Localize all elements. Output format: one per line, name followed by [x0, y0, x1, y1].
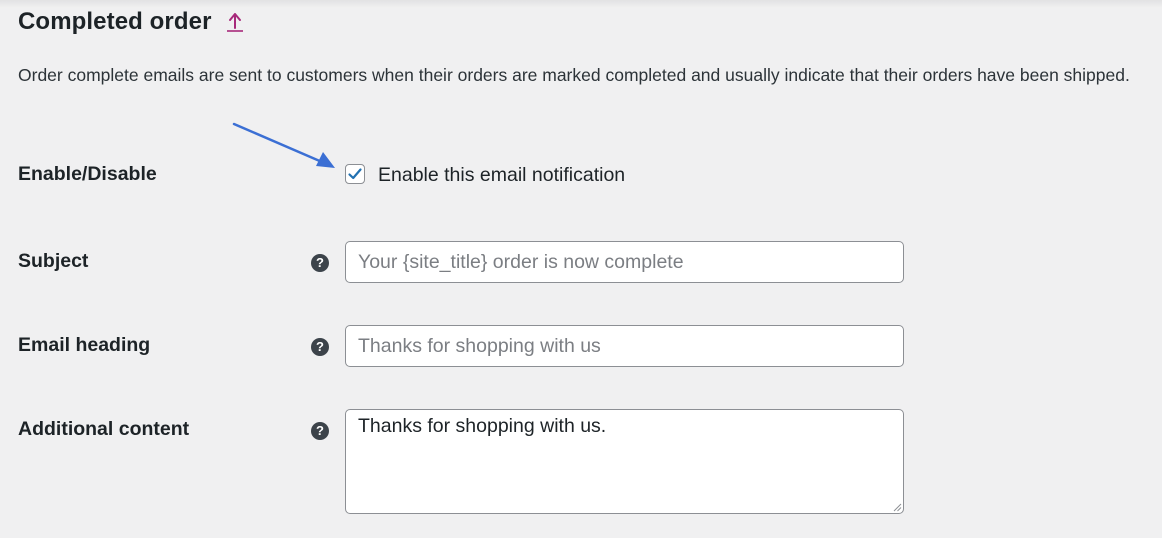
section-description: Order complete emails are sent to custom…: [18, 65, 1130, 85]
help-icon[interactable]: ?: [311, 338, 329, 356]
enable-email-checkbox[interactable]: [345, 164, 365, 184]
page-title: Completed order: [18, 8, 212, 35]
subject-label: Subject: [18, 250, 89, 272]
email-heading-input[interactable]: [345, 325, 904, 367]
email-heading-label: Email heading: [18, 334, 151, 356]
enable-disable-label: Enable/Disable: [18, 163, 157, 185]
subject-input[interactable]: [345, 241, 904, 283]
section-header: Completed order: [18, 8, 244, 36]
up-arrow-icon[interactable]: [226, 11, 244, 33]
help-icon[interactable]: ?: [311, 422, 329, 440]
help-icon[interactable]: ?: [311, 254, 329, 272]
additional-content-textarea[interactable]: Thanks for shopping with us.: [345, 409, 904, 514]
annotation-arrow-icon: [232, 122, 335, 168]
enable-email-checkbox-label[interactable]: Enable this email notification: [378, 164, 625, 187]
resize-handle-icon[interactable]: [892, 502, 902, 512]
checkmark-icon: [348, 168, 362, 180]
top-shadow: [0, 0, 1162, 8]
additional-content-label: Additional content: [18, 418, 190, 440]
